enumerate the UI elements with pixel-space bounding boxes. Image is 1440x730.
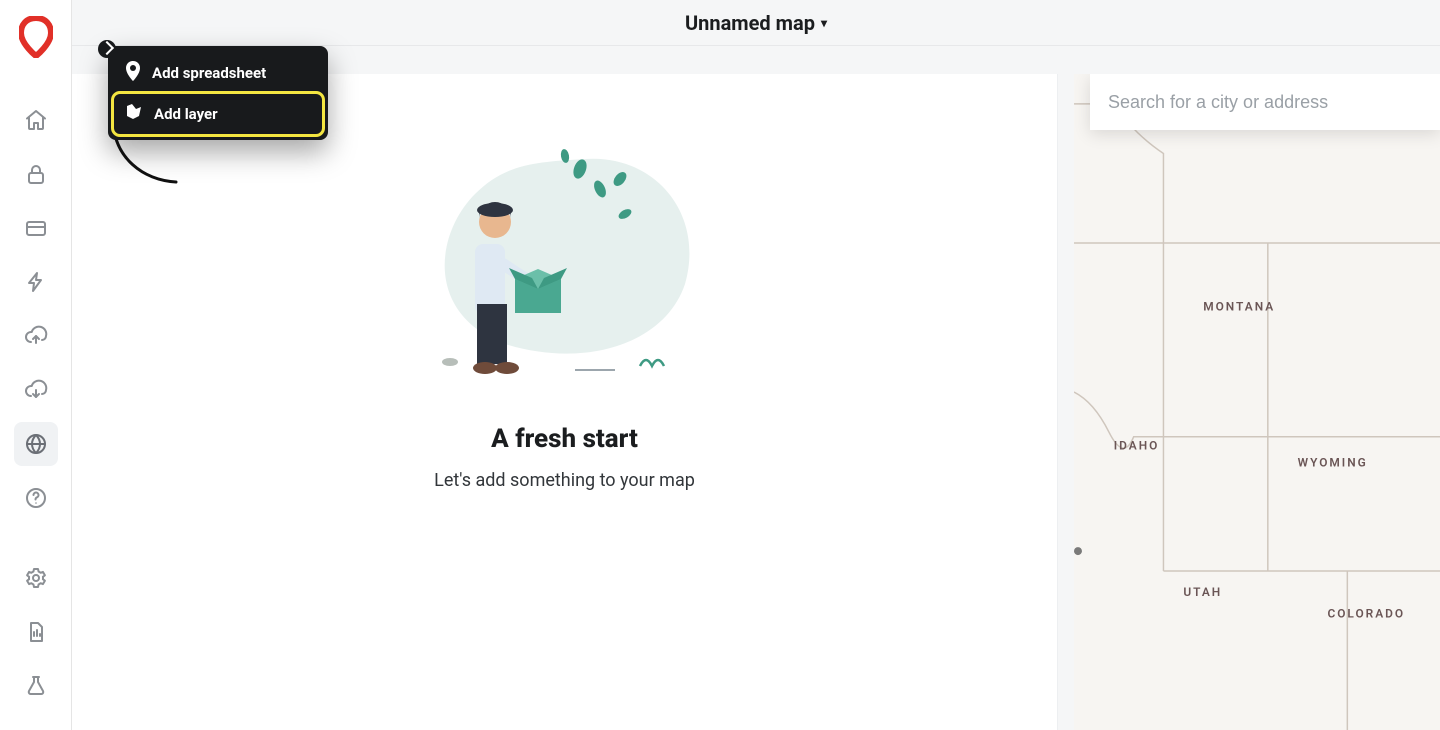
upload-cloud-icon[interactable] — [14, 314, 58, 358]
map-label-utah: UTAH — [1183, 585, 1222, 599]
globe-icon[interactable] — [14, 422, 58, 466]
map-label-colorado: COLORADO — [1327, 607, 1405, 621]
flask-icon[interactable] — [14, 664, 58, 708]
download-cloud-icon[interactable] — [14, 368, 58, 412]
map-title: Unnamed map — [685, 11, 815, 35]
map-label-idaho: IDAHO — [1114, 439, 1160, 453]
map-label-wyoming: WYOMING — [1298, 456, 1368, 470]
empty-subtext: Let's add something to your map — [305, 470, 825, 491]
help-icon[interactable] — [14, 476, 58, 520]
illustration — [415, 134, 715, 394]
lock-icon[interactable] — [14, 152, 58, 196]
map-label-montana: MONTANA — [1203, 300, 1275, 314]
menu-item-label: Add spreadsheet — [152, 64, 266, 82]
pin-icon — [124, 60, 142, 86]
add-spreadsheet-item[interactable]: Add spreadsheet — [114, 52, 322, 94]
thunder-icon[interactable] — [14, 260, 58, 304]
report-icon[interactable] — [14, 610, 58, 654]
chevron-down-icon: ▾ — [821, 16, 827, 30]
search-input[interactable] — [1108, 92, 1422, 113]
topbar: Unnamed map ▾ — [72, 0, 1440, 46]
empty-heading: A fresh start — [305, 424, 825, 454]
content: A fresh start Let's add something to you… — [72, 46, 1440, 730]
map-title-dropdown[interactable]: Unnamed map ▾ — [685, 11, 827, 35]
dropdown-pointer — [98, 40, 116, 58]
rail — [0, 0, 72, 730]
logo-icon — [19, 16, 53, 58]
layer-icon — [124, 102, 144, 126]
add-layer-item[interactable]: Add layer — [114, 94, 322, 134]
menu-item-label: Add layer — [154, 105, 218, 123]
left-panel: A fresh start Let's add something to you… — [72, 74, 1058, 730]
empty-state: A fresh start Let's add something to you… — [305, 134, 825, 491]
map-panel: MONTANA IDAHO WYOMING UTAH COLORADO — [1074, 74, 1440, 730]
gear-icon[interactable] — [14, 556, 58, 600]
add-menu: Add spreadsheet Add layer — [108, 46, 328, 140]
credit-card-icon[interactable] — [14, 206, 58, 250]
map-canvas[interactable]: MONTANA IDAHO WYOMING UTAH COLORADO — [1074, 74, 1440, 730]
home-icon[interactable] — [14, 98, 58, 142]
search-box[interactable] — [1090, 74, 1440, 130]
